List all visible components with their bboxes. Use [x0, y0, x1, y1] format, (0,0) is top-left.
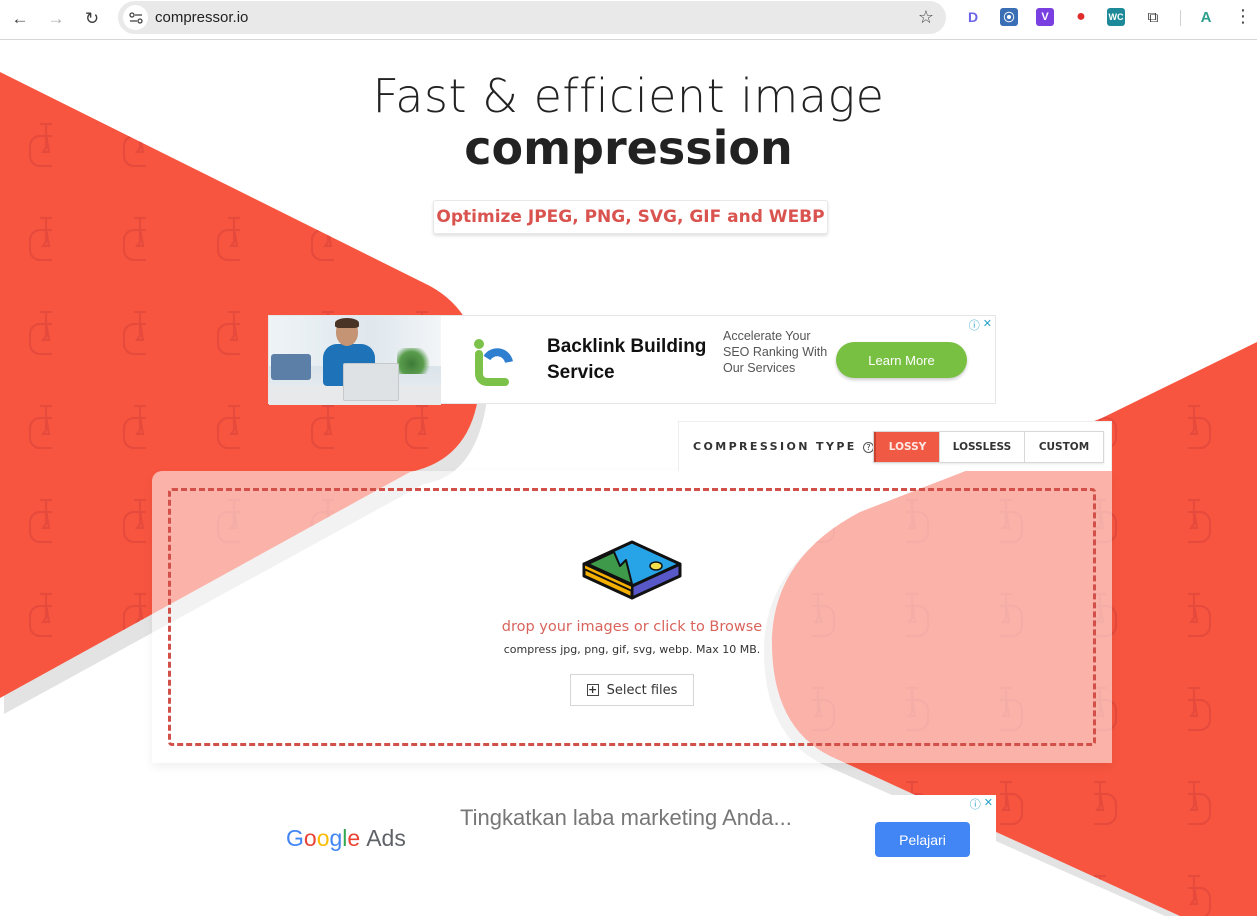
- ad-description: Accelerate Your SEO Ranking With Our Ser…: [723, 329, 828, 375]
- extension-record-icon[interactable]: ●: [1072, 8, 1090, 26]
- title-line-1: Fast & efficient image: [372, 69, 885, 123]
- banner-ad-top[interactable]: Backlink Building Service Accelerate You…: [268, 315, 996, 405]
- toolbar-separator: [1180, 10, 1181, 26]
- select-files-label: Select files: [606, 682, 678, 698]
- compression-type-label: COMPRESSION TYPE ? :: [693, 440, 887, 453]
- pelajari-button[interactable]: Pelajari: [875, 822, 970, 857]
- ad-bottom-text[interactable]: Tingkatkan laba marketing Anda...: [460, 805, 792, 831]
- dropzone-hint: compress jpg, png, gif, svg, webp. Max 1…: [503, 643, 761, 656]
- browser-toolbar: ← → ↻ compressor.io ☆ D ⦿ V ● WC ⧉ A ⋮: [0, 0, 1257, 40]
- ad-choices-bottom: ⓘ ✕: [970, 796, 993, 812]
- ad-close-icon[interactable]: ✕: [984, 796, 993, 812]
- image-dropzone[interactable]: [168, 488, 1096, 746]
- browser-menu-icon[interactable]: ⋮: [1234, 6, 1252, 27]
- title-line-2: compression: [464, 121, 793, 175]
- bookmark-star-icon[interactable]: ☆: [918, 7, 934, 28]
- forward-arrow-icon[interactable]: →: [43, 6, 69, 32]
- back-arrow-icon[interactable]: ←: [7, 6, 33, 32]
- site-settings-icon[interactable]: [123, 5, 148, 30]
- ad-info-icon[interactable]: ⓘ: [970, 796, 981, 812]
- compression-lossy-button[interactable]: LOSSY: [874, 432, 940, 462]
- plus-square-icon: +: [586, 683, 599, 696]
- compression-lossless-button[interactable]: LOSSLESS: [940, 432, 1025, 462]
- ad-close-icon[interactable]: ✕: [983, 317, 992, 333]
- reload-icon[interactable]: ↻: [79, 6, 105, 32]
- compression-custom-button[interactable]: CUSTOM: [1025, 432, 1103, 462]
- url-text[interactable]: compressor.io: [155, 9, 248, 26]
- image-upload-icon: [582, 540, 682, 600]
- supported-formats-badge: Optimize JPEG, PNG, SVG, GIF and WEBP: [433, 200, 828, 234]
- extension-rss-icon[interactable]: ⦿: [1000, 8, 1018, 26]
- ad-info-icon[interactable]: ⓘ: [969, 317, 980, 333]
- google-wordmark: Google: [286, 825, 361, 851]
- ad-headline[interactable]: Backlink Building Service: [547, 334, 717, 386]
- extensions-puzzle-icon[interactable]: ⧉: [1144, 8, 1162, 26]
- banner-ad-bottom[interactable]: Google Ads Tingkatkan laba marketing Anda…: [268, 795, 996, 885]
- profile-avatar-icon[interactable]: A: [1197, 8, 1215, 26]
- ad-brand-logo-icon: [474, 339, 513, 386]
- extension-d-icon[interactable]: D: [964, 8, 982, 26]
- page-title: Fast & efficient image compression: [0, 70, 1257, 174]
- compression-type-selector: COMPRESSION TYPE ? : LOSSY LOSSLESS CUST…: [678, 421, 1112, 471]
- select-files-button[interactable]: + Select files: [570, 674, 694, 706]
- ad-choices: ⓘ ✕: [969, 317, 992, 333]
- extension-wc-icon[interactable]: WC: [1107, 8, 1125, 26]
- compression-type-options: LOSSY LOSSLESS CUSTOM: [873, 431, 1104, 463]
- google-ads-logo: Google Ads: [286, 825, 406, 852]
- ads-wordmark: Ads: [366, 825, 406, 851]
- learn-more-button[interactable]: Learn More: [836, 342, 967, 378]
- address-bar[interactable]: compressor.io ☆: [118, 1, 946, 34]
- extension-v-icon[interactable]: V: [1036, 8, 1054, 26]
- ad-photo-man-laptop: [269, 316, 441, 405]
- dropzone-title[interactable]: drop your images or click to Browse: [0, 619, 1257, 635]
